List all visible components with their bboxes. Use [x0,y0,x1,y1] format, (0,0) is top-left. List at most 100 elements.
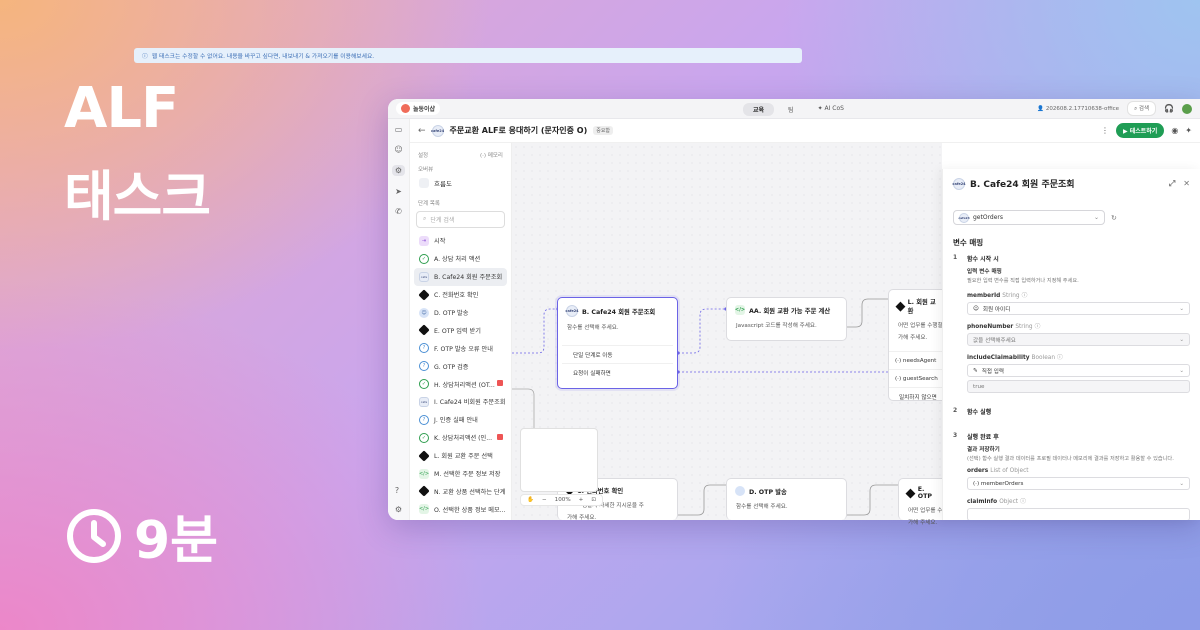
node-l-row-guest-search[interactable]: (·) guestSearch [889,369,948,387]
node-l-header: L. 회원 교환 [889,290,948,319]
hand-icon[interactable]: ✋ [527,497,534,503]
panel-actions: ⤢ ✕ [1169,179,1190,189]
help-icon: ⓘ [1021,293,1028,299]
field-claiminfo-select[interactable] [967,508,1190,520]
field-claimability-value: true [973,383,985,390]
node-b-desc: 함수를 선택해 주세요. [567,325,619,331]
hero-duration-text: 9분 [134,511,219,571]
node-aa-header: </> AA. 회원 교환 가능 주문 계산 [727,298,846,319]
close-icon[interactable]: ✕ [1183,179,1190,189]
step-1-hint: 필요한 입력 변수를 직접 입력하거나 지정해 주세요. [967,278,1079,284]
hero-title: ALF [64,76,179,141]
field-memberid-select[interactable]: ☺ 회원 아이디 ⌄ [967,302,1190,315]
zoom-in-button[interactable]: + [579,497,584,503]
field-orders-name: orders [967,468,989,474]
step-3-num: 3 [953,432,958,439]
hero-subtitle: 태스크 [64,165,211,228]
field-memberid-type: String [1002,293,1020,299]
node-l-row-no-match[interactable]: 일치하지 않으면 [889,387,948,405]
node-l-member-exchange[interactable]: L. 회원 교환 어떤 업무를 수행할 가해 주세요. (·) needsAge… [888,289,948,401]
step-2-title: 함수 실행 [967,409,992,416]
node-b-cafe24-order-lookup[interactable]: cafe24 B. Cafe24 회원 주문조회 함수를 선택해 주세요. 단일… [557,297,678,389]
mapping-step-3: 3 실행 완료 후 결과 저장하기 (선택) 함수 실행 결과 데이터를 프로필… [953,432,1190,520]
step-detail-panel: cafe24 B. Cafe24 회원 주문조회 ⤢ ✕ cafe24 getO… [942,169,1200,520]
user-icon: ☺ [973,305,979,312]
code-icon: </> [734,305,746,315]
node-b-row-next[interactable]: 단일 단계로 이동 [562,345,673,363]
node-b-header: cafe24 B. Cafe24 회원 주문조회 [558,298,677,321]
node-e-desc: 어떤 업무를 수 [908,508,943,514]
field-phone-type: String [1015,324,1033,330]
field-claimability-mode: 직접 입력 [981,368,1005,375]
cafe24-logo-icon: cafe24 [958,212,970,223]
function-select[interactable]: cafe24 getOrders ⌄ [953,210,1105,225]
panel-title: B. Cafe24 회원 주문조회 [970,180,1075,190]
help-icon: ⓘ [1057,355,1063,361]
ai-icon [895,301,906,311]
field-memberid-name: memberId [967,293,1001,299]
node-aa-exchangeable-order-calc[interactable]: </> AA. 회원 교환 가능 주문 계산 Javascript 코드를 작성… [726,297,847,341]
chevron-down-icon: ⌄ [1093,214,1099,221]
node-e-desc2: 가해 주세요. [908,520,938,526]
zoom-out-button[interactable]: − [542,497,547,503]
field-orders-value: (·) memberOrders [973,480,1024,487]
chevron-down-icon: ⌄ [1179,367,1184,374]
node-l-row-needs-agent[interactable]: (·) needsAgent [889,351,948,369]
node-e-otp-input[interactable]: E. OTP 어떤 업무를 수 가해 주세요. [898,478,948,526]
node-b-title: B. Cafe24 회원 주문조회 [582,308,656,316]
node-d-desc: 함수를 선택해 주세요. [736,504,788,510]
step-3-hint: (선택) 함수 실행 결과 데이터를 프로필 데이터나 메모리에 결과를 저장하… [967,456,1174,462]
step-3-body: 실행 완료 후 결과 저장하기 (선택) 함수 실행 결과 데이터를 프로필 데… [967,432,1190,520]
info-icon: ⓘ [142,54,148,60]
cafe24-logo-icon: cafe24 [565,305,579,317]
help-icon: ⓘ [1034,324,1041,330]
chevron-down-icon: ⌄ [1179,305,1184,312]
step-1-body: 함수 시작 시 입력 변수 매핑 필요한 입력 변수를 직접 입력하거나 지정해… [967,254,1190,393]
step-3-title: 실행 완료 후 [967,434,999,441]
field-orders-select[interactable]: (·) memberOrders ⌄ [967,477,1190,490]
mapping-step-1: 1 함수 시작 시 입력 변수 매핑 필요한 입력 변수를 직접 입력하거나 지… [953,254,1190,393]
field-claiminfo-label: claimInfo Object ⓘ [967,496,1190,505]
node-e-header: E. OTP [899,479,948,504]
edit-icon: ✎ [973,367,978,374]
field-claimability-label: includeClaimability Boolean ⓘ [967,352,1190,361]
zoom-level: 100% [554,497,571,503]
node-b-row-fail[interactable]: 요청이 실패하면 [562,363,673,381]
field-memberid-label: memberId String ⓘ [967,290,1190,299]
node-c-desc2: 가해 주세요. [567,515,597,521]
field-claiminfo-name: claimInfo [967,499,998,505]
mapping-title: 변수 매핑 [953,238,984,247]
step-1-title: 함수 시작 시 [967,256,999,263]
node-aa-title: AA. 회원 교환 가능 주문 계산 [749,307,831,315]
expand-icon[interactable]: ⤢ [1169,179,1175,189]
step-2-num: 2 [953,407,958,414]
node-d-otp-send[interactable]: D. OTP 발송 함수를 선택해 주세요. [726,478,847,520]
field-orders-label: orders List of Object [967,468,1190,474]
field-phone-placeholder: 값을 선택해주세요 [973,337,1016,344]
node-l-desc2: 가해 주세요. [898,335,928,341]
field-orders-type: List of Object [990,468,1029,474]
function-select-value: getOrders [973,214,1004,221]
step-1-num: 1 [953,254,958,261]
zoom-controls: ✋ − 100% + ⊡ [520,494,604,506]
step-1-subtitle: 입력 변수 매핑 [967,269,1002,275]
field-claiminfo-type: Object [999,499,1019,505]
field-claimability-type: Boolean [1031,355,1056,361]
node-l-title: L. 회원 교환 [907,299,936,315]
field-claimability-name: includeClaimability [967,355,1030,361]
minimap[interactable] [520,428,598,492]
fit-icon[interactable]: ⊡ [591,497,596,503]
field-phone-select[interactable]: 값을 선택해주세요 ⌄ [967,333,1190,346]
hero-duration: 9분 [66,498,218,573]
field-claimability-input[interactable]: true [967,380,1190,393]
help-icon: ⓘ [1020,499,1026,505]
refresh-icon[interactable]: ↻ [1111,214,1117,222]
field-memberid-value: 회원 아이디 [982,306,1011,313]
node-aa-desc: Javascript 코드를 작성해 주세요. [736,323,817,329]
chevron-down-icon: ⌄ [1179,480,1184,487]
field-claimability-select[interactable]: ✎ 직접 입력 ⌄ [967,364,1190,377]
chevron-down-icon: ⌄ [1179,336,1184,343]
mapping-step-2: 2 함수 실행 [953,407,1190,416]
ai-icon [905,488,916,498]
node-e-title: E. OTP [917,486,932,500]
